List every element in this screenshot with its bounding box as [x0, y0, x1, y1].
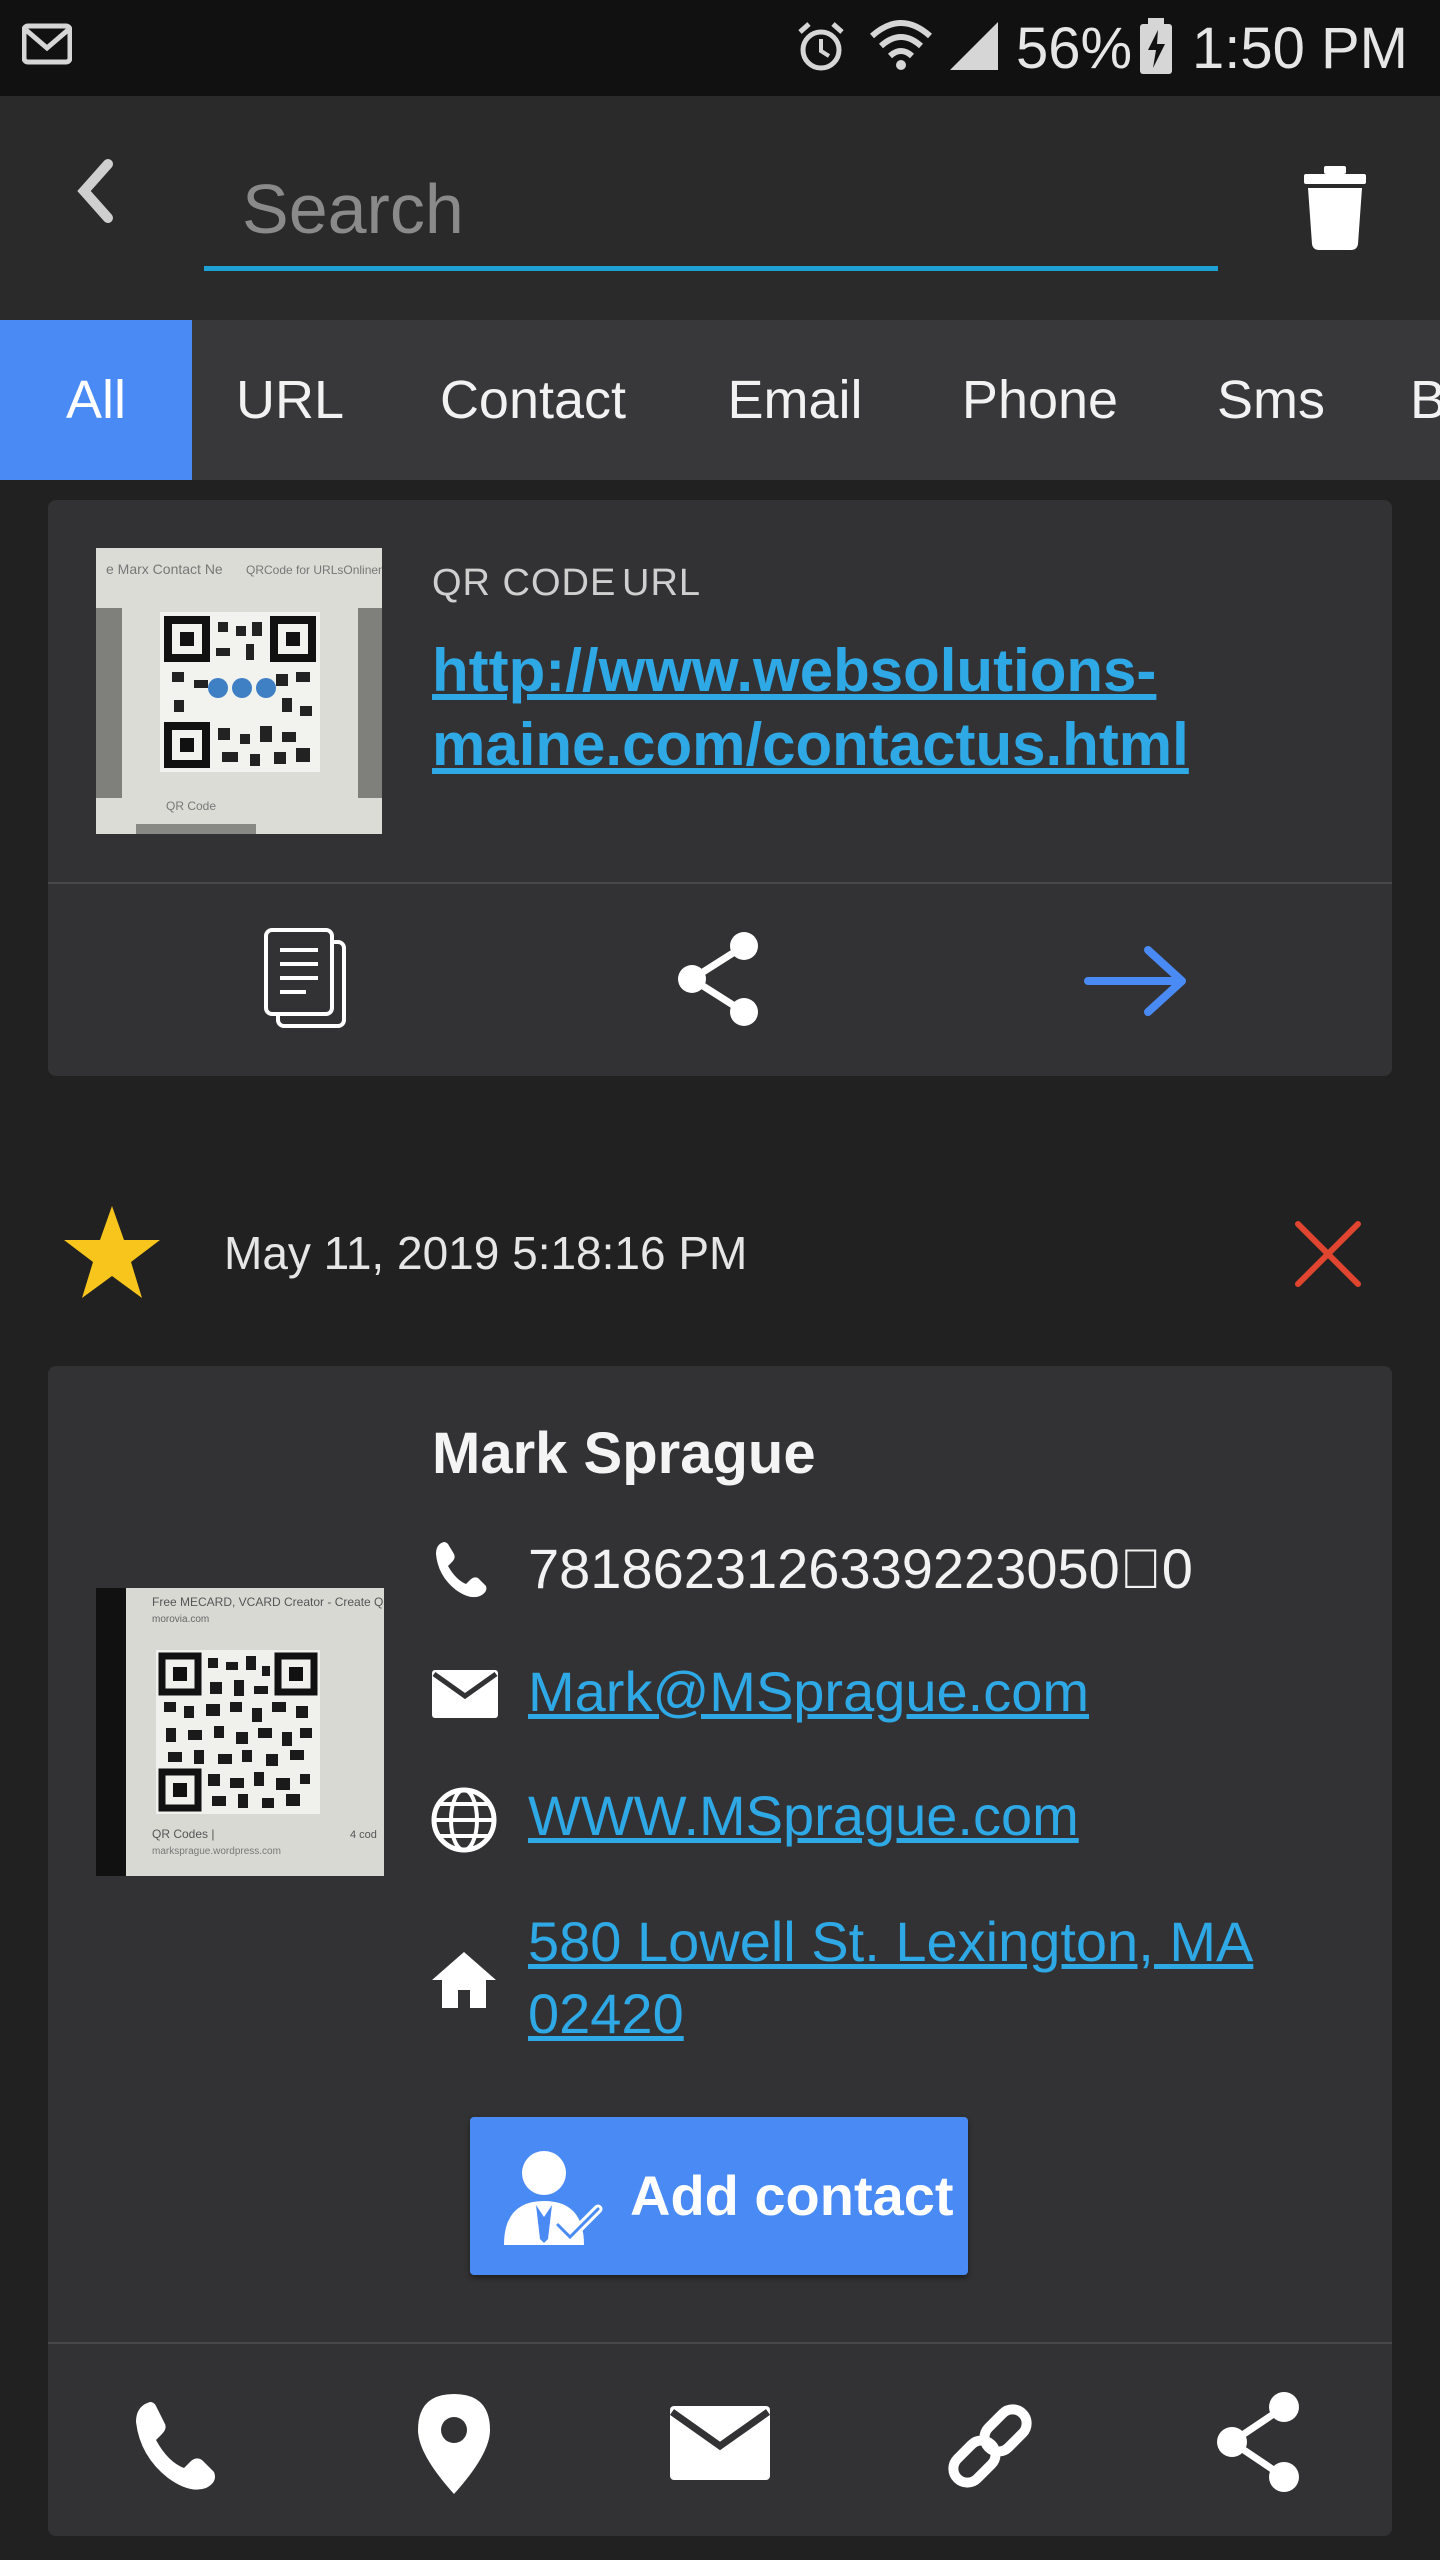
card-divider: [48, 882, 1392, 884]
contact-email-link[interactable]: Mark@MSprague.com: [528, 1656, 1089, 1728]
trash-icon[interactable]: [1302, 166, 1368, 250]
url-result-card[interactable]: e Marx Contact Ne QRCode for URLsOnlinem: [48, 500, 1392, 1076]
battery-percent: 56%: [1016, 16, 1133, 81]
back-arrow-icon[interactable]: [72, 158, 120, 224]
add-contact-icon: [504, 2151, 603, 2245]
tab-b[interactable]: B: [1410, 320, 1440, 480]
tab-email[interactable]: Email: [690, 320, 900, 480]
app-bar: [0, 96, 1440, 320]
link-action-icon[interactable]: [940, 2396, 1040, 2496]
wifi-icon: [870, 20, 932, 70]
location-pin-icon[interactable]: [416, 2392, 492, 2496]
contact-name: Mark Sprague: [432, 1421, 816, 1486]
open-arrow-icon[interactable]: [1084, 946, 1188, 1016]
globe-icon: [431, 1787, 497, 1853]
tab-phone[interactable]: Phone: [930, 320, 1150, 480]
call-action-icon[interactable]: [128, 2398, 224, 2494]
signal-icon: [950, 22, 998, 70]
contact-result-card[interactable]: Free MECARD, VCARD Creator - Create QR m…: [48, 1366, 1392, 2536]
share-contact-icon[interactable]: [1214, 2390, 1306, 2494]
contact-thumb-caption-2: morovia.com: [152, 1614, 209, 1625]
battery-charging-icon: [1140, 18, 1172, 74]
contact-thumb-caption-1: Free MECARD, VCARD Creator - Create QR: [152, 1595, 384, 1609]
alarm-icon: [798, 22, 844, 71]
tab-url[interactable]: URL: [200, 320, 380, 480]
contact-thumb-caption-3: QR Codes |: [152, 1827, 214, 1841]
thumb-caption-2: QRCode for URLsOnlinem: [246, 563, 382, 577]
clock: 1:50 PM: [1192, 16, 1408, 81]
favorite-star-icon[interactable]: [62, 1204, 162, 1300]
search-input[interactable]: [240, 158, 1204, 260]
url-link[interactable]: http://www.websolutions-maine.com/contac…: [432, 634, 1332, 782]
contact-address-link[interactable]: 580 Lowell St. Lexington, MA 02420: [528, 1906, 1288, 2050]
filter-tabs: All URL Contact Email Phone Sms B: [0, 320, 1440, 480]
thumb-caption-1: e Marx Contact Ne: [106, 561, 223, 577]
delete-item-icon[interactable]: [1294, 1220, 1362, 1288]
add-contact-label: Add contact: [630, 2164, 954, 2227]
status-bar: 56% 1:50 PM: [0, 0, 1440, 96]
content-type-label: URL: [622, 562, 702, 604]
tab-contact[interactable]: Contact: [400, 320, 666, 480]
phone-icon: [436, 1542, 487, 1598]
email-icon: [432, 1670, 498, 1718]
home-icon: [432, 1952, 496, 2008]
tab-all[interactable]: All: [0, 320, 192, 480]
tab-sms[interactable]: Sms: [1180, 320, 1362, 480]
copy-icon[interactable]: [262, 928, 348, 1028]
thumb-caption-3: QR Code: [166, 799, 216, 813]
search-field[interactable]: [204, 158, 1218, 271]
scan-date: May 11, 2019 5:18:16 PM: [224, 1227, 748, 1279]
contact-thumb-caption-5: 4 cod: [350, 1829, 377, 1841]
add-contact-button[interactable]: Add contact: [470, 2117, 968, 2275]
qr-thumbnail[interactable]: e Marx Contact Ne QRCode for URLsOnlinem: [96, 548, 382, 834]
share-icon[interactable]: [674, 930, 766, 1028]
contact-card-divider: [48, 2342, 1392, 2344]
contact-phone[interactable]: 7818623126339223050 0: [528, 1536, 1193, 1601]
contact-website-link[interactable]: WWW.MSprague.com: [528, 1780, 1079, 1852]
gmail-icon: [22, 23, 72, 65]
contact-qr-thumbnail[interactable]: Free MECARD, VCARD Creator - Create QR m…: [96, 1588, 384, 1876]
barcode-type-label: QR CODE: [432, 562, 617, 604]
email-action-icon[interactable]: [670, 2406, 770, 2480]
contact-thumb-caption-4: marksprague.wordpress.com: [152, 1846, 281, 1857]
